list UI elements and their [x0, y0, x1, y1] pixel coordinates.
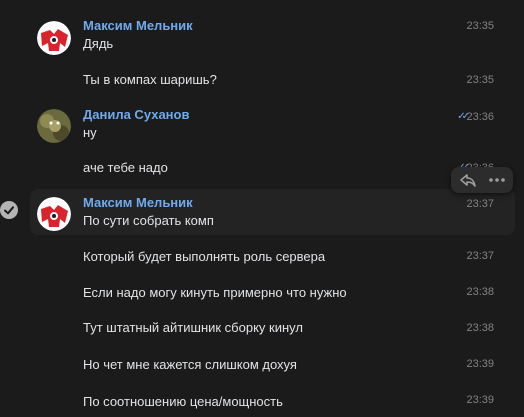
- maksim-avatar-image: [37, 197, 71, 231]
- message-time: 23:39: [466, 394, 494, 406]
- message-author[interactable]: Данила Суханов: [83, 107, 189, 123]
- maksim-avatar[interactable]: [37, 197, 71, 231]
- message-text: По сути собрать комп: [83, 213, 214, 228]
- message-author[interactable]: Максим Мельник: [83, 195, 193, 211]
- message-text: Ты в компах шаришь?: [83, 72, 217, 87]
- danila-avatar[interactable]: [37, 109, 71, 143]
- message-text: Но чет мне кажется слишком дохуя: [83, 357, 297, 372]
- chat-history: Максим Мельник Дядь 23:35 Ты в компах ша…: [0, 0, 524, 417]
- message-time: 23:38: [466, 286, 494, 298]
- message-text: Который будет выполнять роль сервера: [83, 249, 326, 264]
- message-text: Тут штатный айтишник сборку кинул: [83, 320, 303, 335]
- message-time: 23:35: [466, 20, 494, 32]
- checkmark-circle-icon: [4, 206, 14, 215]
- message-author[interactable]: Максим Мельник: [83, 18, 193, 34]
- message-text: ну: [83, 125, 97, 140]
- message-time: 23:38: [466, 322, 494, 334]
- more-icon: [489, 178, 505, 182]
- maksim-avatar-image: [37, 21, 71, 55]
- reply-button[interactable]: [453, 167, 483, 193]
- message-text: аче тебе надо: [83, 160, 168, 175]
- message-text: Дядь: [83, 36, 114, 51]
- select-message-checkbox[interactable]: [0, 201, 18, 219]
- message-time: 23:37: [466, 250, 494, 262]
- message-text: Если надо могу кинуть примерно что нужно: [83, 285, 347, 300]
- message-time: 23:39: [466, 358, 494, 370]
- message-time: 23:35: [466, 74, 494, 86]
- danila-avatar-image: [37, 109, 71, 143]
- message-time: 23:37: [466, 198, 494, 210]
- more-button[interactable]: [482, 167, 512, 193]
- message-actions-toolbar: [451, 167, 513, 193]
- double-check-icon: ✓✓: [457, 111, 470, 122]
- reply-icon: [460, 174, 476, 187]
- message-time: 23:36: [466, 111, 494, 123]
- maksim-avatar[interactable]: [37, 21, 71, 55]
- message-text: По соотношению цена/мощность: [83, 394, 283, 409]
